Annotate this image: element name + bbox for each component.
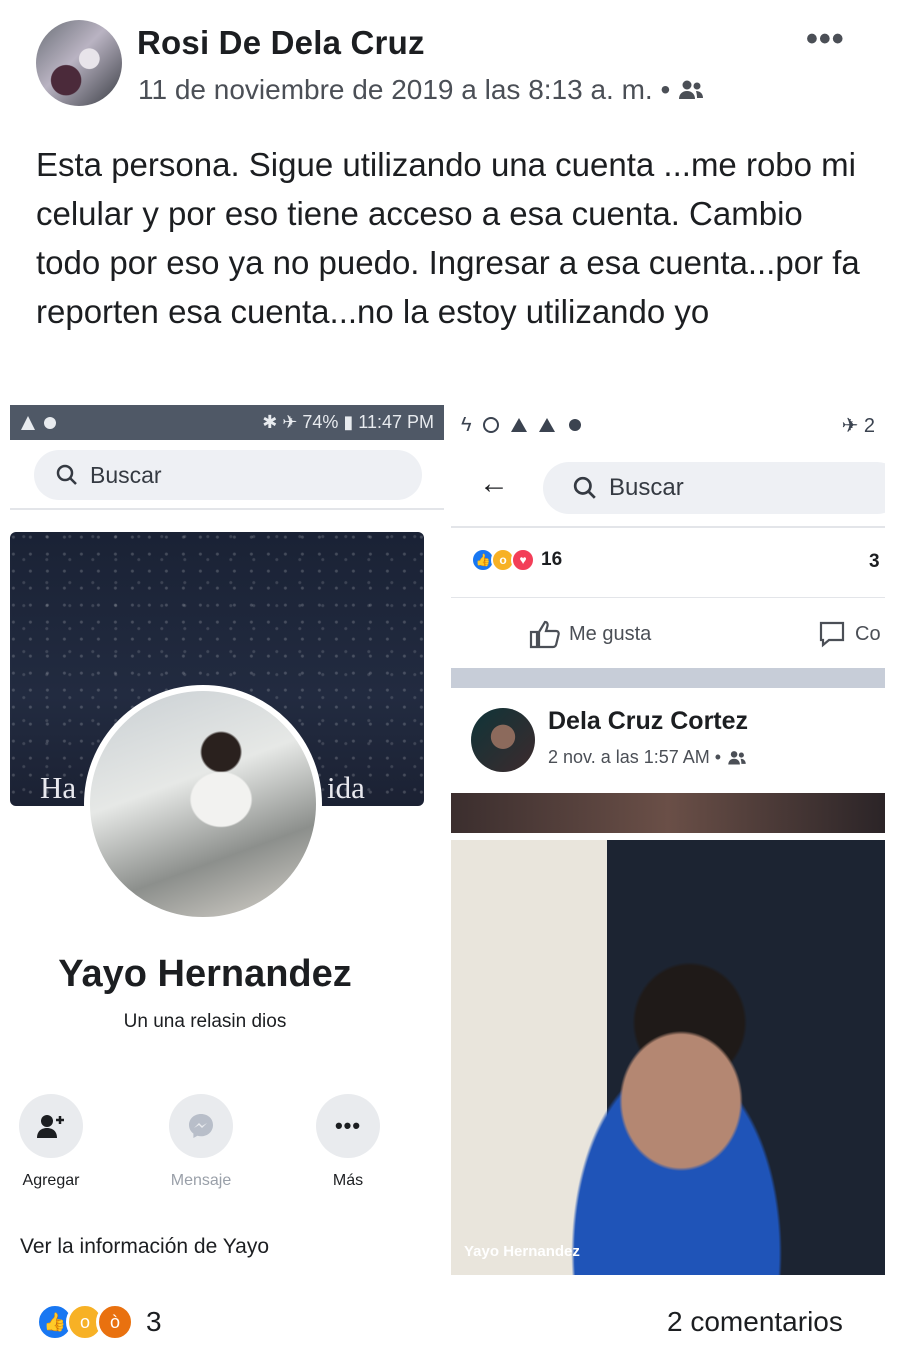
comments-count[interactable]: 3 bbox=[869, 551, 880, 573]
message-label: Mensaje bbox=[170, 1172, 232, 1189]
add-friend-button[interactable] bbox=[19, 1094, 83, 1158]
profile-bio: Un una relasin dios bbox=[123, 1011, 287, 1032]
post-meta: 11 de noviembre de 2019 a las 8:13 a. m.… bbox=[138, 74, 704, 106]
friends-audience-icon bbox=[728, 750, 746, 765]
more-button[interactable]: ••• bbox=[316, 1094, 380, 1158]
whatsapp-icon bbox=[482, 417, 499, 433]
more-label: Más bbox=[332, 1172, 364, 1189]
warning-icon bbox=[21, 415, 35, 430]
more-options-button[interactable]: ••• bbox=[806, 20, 845, 59]
like-label: Me gusta bbox=[569, 622, 652, 645]
status-right: ✱ ✈ 74% ▮ 11:47 PM bbox=[262, 412, 434, 432]
warning-icon bbox=[538, 418, 555, 432]
comment-icon bbox=[819, 621, 845, 648]
love-reaction-icon: ♥ bbox=[511, 548, 535, 572]
post-author-name[interactable]: Dela Cruz Cortez bbox=[548, 707, 748, 736]
post-time[interactable]: 2 nov. a las 1:57 AM • bbox=[548, 747, 721, 768]
embedded-screenshot-profile: ✱ ✈ 74% ▮ 11:47 PM Buscar Ha ida Yayo He… bbox=[10, 405, 444, 1283]
post-reactions-count: 3 bbox=[146, 1306, 162, 1337]
search-bar[interactable]: Buscar bbox=[543, 462, 885, 514]
search-placeholder: Buscar bbox=[609, 474, 684, 501]
divider bbox=[451, 597, 885, 598]
flash-icon: ϟ bbox=[461, 413, 472, 436]
app-notification-icon bbox=[568, 419, 581, 431]
comment-button[interactable]: Co bbox=[817, 619, 881, 649]
cover-text-right: ida bbox=[327, 770, 365, 805]
post-comments-link[interactable]: 2 comentarios bbox=[667, 1306, 843, 1338]
thumbs-up-icon bbox=[529, 620, 560, 649]
previous-image-strip bbox=[451, 793, 885, 833]
see-info-link[interactable]: Ver la información de Yayo bbox=[20, 1235, 269, 1259]
back-arrow-icon[interactable]: ← bbox=[479, 467, 509, 501]
status-bar: ✱ ✈ 74% ▮ 11:47 PM bbox=[10, 405, 444, 440]
reactions-summary[interactable]: 👍 o ♥ 16 bbox=[471, 548, 562, 572]
post-photo[interactable] bbox=[451, 840, 885, 1275]
divider bbox=[451, 526, 885, 528]
post-meta: 2 nov. a las 1:57 AM • bbox=[548, 747, 747, 768]
like-button[interactable]: Me gusta bbox=[529, 619, 651, 649]
add-friend-label: Agregar bbox=[22, 1172, 80, 1189]
post-text: Esta persona. Sigue utilizando una cuent… bbox=[36, 146, 860, 330]
cover-text-left: Ha bbox=[40, 770, 77, 805]
search-bar[interactable]: Buscar bbox=[34, 450, 422, 500]
more-dots-icon: ••• bbox=[316, 1094, 380, 1158]
search-placeholder: Buscar bbox=[90, 461, 162, 488]
search-icon bbox=[56, 464, 77, 485]
reactions-count: 16 bbox=[541, 549, 563, 570]
angry-reaction-icon: ò bbox=[96, 1303, 134, 1341]
add-friend-icon bbox=[19, 1094, 83, 1158]
author-avatar[interactable] bbox=[36, 20, 122, 106]
search-icon bbox=[573, 476, 596, 499]
post-reactions-summary[interactable]: 👍 o ò bbox=[36, 1303, 134, 1341]
divider bbox=[10, 508, 444, 510]
warning-icon bbox=[510, 418, 527, 432]
message-button[interactable] bbox=[169, 1094, 233, 1158]
friends-audience-icon bbox=[679, 80, 704, 99]
post-timestamp[interactable]: 11 de noviembre de 2019 a las 8:13 a. m.… bbox=[138, 74, 670, 106]
embedded-screenshot-post: ϟ ✈ 2 ← Buscar 👍 o ♥ 16 3 Me gusta Co De… bbox=[451, 405, 885, 1275]
photo-watermark: Yayo Hernandez bbox=[464, 1243, 580, 1260]
profile-picture[interactable] bbox=[84, 685, 322, 923]
status-bar: ϟ ✈ 2 bbox=[451, 405, 885, 445]
section-separator bbox=[451, 668, 885, 688]
post-author-name[interactable]: Rosi De Dela Cruz bbox=[137, 24, 425, 62]
profile-name: Yayo Hernandez bbox=[58, 953, 352, 995]
app-notification-icon bbox=[44, 416, 56, 429]
messenger-icon bbox=[169, 1094, 233, 1158]
post-author-avatar[interactable] bbox=[471, 708, 535, 772]
comment-label: Co bbox=[855, 622, 881, 645]
status-right: ✈ 2 bbox=[841, 414, 875, 437]
